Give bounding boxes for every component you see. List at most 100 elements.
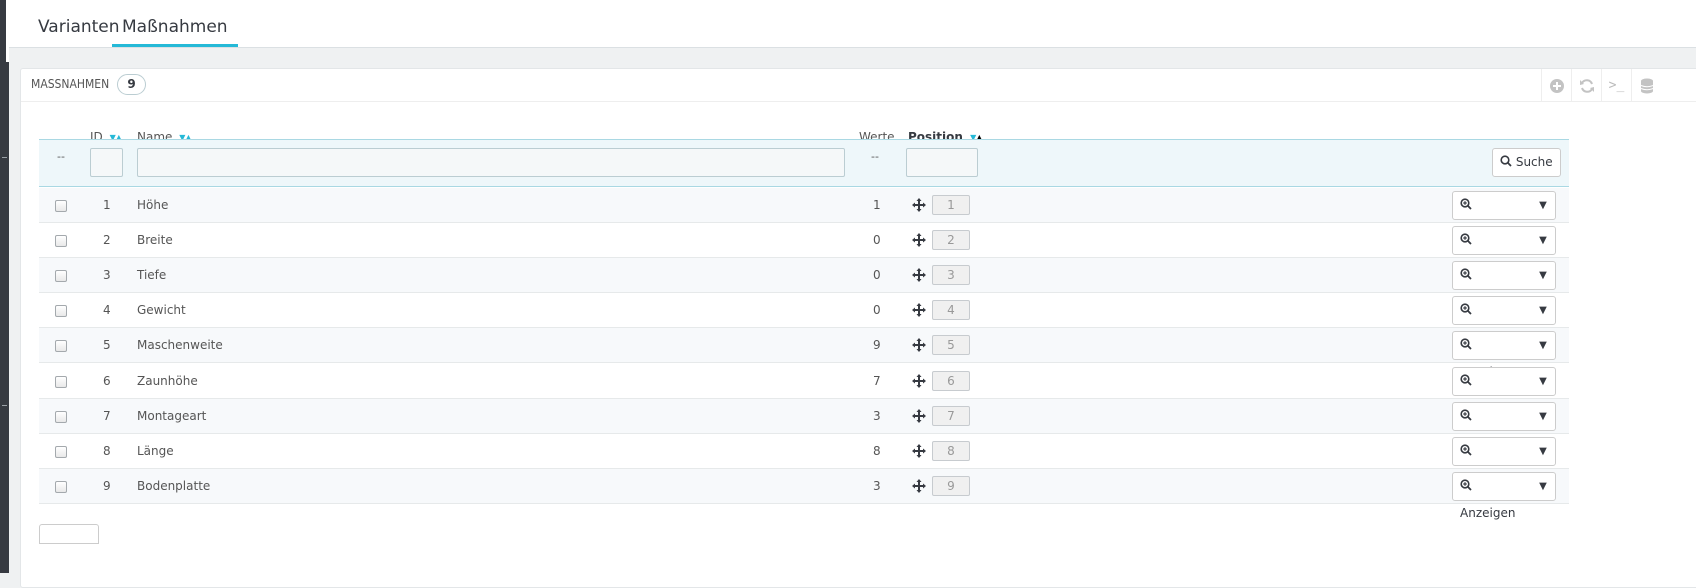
row-name: Gewicht: [137, 303, 186, 318]
panel-header: MASSNAHMEN 9 >_: [21, 69, 1696, 102]
row-position: 4: [932, 300, 970, 321]
caret-down-icon[interactable]: ▼: [1531, 473, 1555, 500]
row-name: Montageart: [137, 408, 207, 423]
move-arrows-icon[interactable]: [912, 434, 926, 469]
magnifier-icon: [1500, 155, 1512, 167]
panel-title: MASSNAHMEN: [31, 77, 110, 91]
row-checkbox[interactable]: [55, 480, 67, 493]
row-name: Länge: [137, 443, 174, 458]
zoom-in-icon: [1460, 373, 1472, 386]
view-button-main[interactable]: Anzeigen: [1453, 473, 1531, 520]
row-position: 9: [932, 475, 970, 496]
view-button-main[interactable]: Anzeigen: [1453, 192, 1531, 239]
row-position: 6: [932, 370, 970, 391]
move-arrows-icon[interactable]: [912, 223, 926, 258]
view-button-main[interactable]: Anzeigen: [1453, 438, 1531, 485]
caret-down-icon[interactable]: ▼: [1531, 192, 1555, 219]
row-checkbox[interactable]: [55, 445, 67, 458]
row-id: 2: [103, 233, 111, 248]
zoom-in-icon: [1460, 303, 1472, 315]
row-werte: 8: [873, 443, 881, 458]
table-row: 6 Zaunhöhe 7 6 Anzeigen ▼: [39, 364, 1569, 415]
row-checkbox[interactable]: [55, 270, 67, 283]
move-arrows-icon[interactable]: [912, 399, 926, 434]
view-button-main[interactable]: Anzeigen: [1453, 227, 1531, 274]
view-button[interactable]: Anzeigen ▼: [1452, 191, 1556, 239]
tab-bar: Varianten Maßnahmen: [9, 0, 1696, 48]
table-row: 7 Montageart 3 7 Anzeigen ▼: [39, 398, 1569, 450]
row-checkbox[interactable]: [55, 305, 67, 318]
move-arrows-icon[interactable]: [912, 328, 926, 363]
view-button[interactable]: Anzeigen ▼: [1452, 471, 1556, 520]
sidebar-tick: [2, 157, 7, 158]
move-arrows-icon[interactable]: [912, 293, 926, 328]
row-position: 7: [932, 405, 970, 426]
view-button[interactable]: Anzeigen ▼: [1452, 296, 1556, 344]
view-button-label: Anzeigen: [1460, 505, 1516, 520]
search-button[interactable]: Suche: [1492, 148, 1561, 177]
bulk-actions-button[interactable]: [39, 524, 99, 544]
move-arrows-icon[interactable]: [912, 258, 926, 293]
row-name: Höhe: [137, 198, 169, 212]
move-arrows-icon[interactable]: [912, 188, 926, 223]
row-id: 6: [103, 373, 111, 388]
row-checkbox[interactable]: [55, 340, 67, 353]
row-id: 1: [103, 198, 111, 212]
caret-down-icon[interactable]: ▼: [1531, 227, 1555, 254]
terminal-icon[interactable]: >_: [1601, 69, 1631, 102]
filter-dash-werte: --: [871, 150, 879, 163]
row-position: 5: [932, 335, 970, 356]
view-button[interactable]: Anzeigen ▼: [1452, 226, 1556, 274]
row-position: 1: [932, 195, 970, 215]
row-werte: 3: [873, 408, 881, 423]
row-checkbox[interactable]: [55, 410, 67, 423]
database-icon[interactable]: [1631, 69, 1661, 102]
plus-circle-icon[interactable]: [1541, 69, 1571, 102]
table-row: 2 Breite 0 2 Anzeigen ▼: [39, 223, 1569, 274]
view-button-main[interactable]: Anzeigen: [1453, 332, 1531, 379]
filter-name-input[interactable]: [137, 148, 845, 177]
filter-position-input[interactable]: [906, 148, 978, 177]
view-button[interactable]: Anzeigen ▼: [1452, 366, 1556, 415]
row-werte: 9: [873, 338, 881, 353]
move-arrows-icon[interactable]: [912, 364, 926, 399]
zoom-in-icon: [1460, 233, 1472, 245]
caret-down-icon[interactable]: ▼: [1531, 262, 1555, 289]
zoom-in-icon: [1460, 338, 1472, 351]
caret-down-icon[interactable]: ▼: [1531, 368, 1555, 395]
caret-down-icon[interactable]: ▼: [1531, 438, 1555, 465]
row-checkbox[interactable]: [55, 235, 67, 248]
caret-down-icon[interactable]: ▼: [1531, 297, 1555, 324]
view-button-main[interactable]: Anzeigen: [1453, 297, 1531, 344]
view-button-main[interactable]: Anzeigen: [1453, 262, 1531, 309]
row-id: 4: [103, 303, 111, 318]
row-checkbox[interactable]: [55, 375, 67, 388]
zoom-in-icon: [1460, 444, 1472, 456]
caret-down-icon[interactable]: ▼: [1531, 403, 1555, 430]
row-name: Zaunhöhe: [137, 373, 198, 388]
sidebar-tick: [2, 405, 7, 406]
zoom-in-icon: [1460, 479, 1472, 491]
row-checkbox[interactable]: [55, 200, 67, 212]
row-name: Bodenplatte: [137, 478, 211, 493]
view-button[interactable]: Anzeigen ▼: [1452, 436, 1556, 485]
tab-massnahmen[interactable]: Maßnahmen: [112, 0, 238, 47]
row-werte: 1: [873, 198, 881, 212]
view-button-main[interactable]: Anzeigen: [1453, 403, 1531, 450]
table-row: 4 Gewicht 0 4 Anzeigen ▼: [39, 293, 1569, 344]
row-position: 2: [932, 230, 970, 251]
search-button-label: Suche: [1515, 155, 1553, 169]
view-button[interactable]: Anzeigen ▼: [1452, 331, 1556, 379]
row-name: Maschenweite: [137, 338, 223, 353]
refresh-icon[interactable]: [1571, 69, 1601, 102]
caret-down-icon[interactable]: ▼: [1531, 332, 1555, 359]
row-id: 5: [103, 338, 111, 353]
row-position: 3: [932, 265, 970, 286]
filter-dash-checkbox: --: [57, 150, 65, 163]
view-button-main[interactable]: Anzeigen: [1453, 368, 1531, 415]
view-button[interactable]: Anzeigen ▼: [1452, 401, 1556, 450]
row-werte: 0: [873, 303, 881, 318]
view-button[interactable]: Anzeigen ▼: [1452, 261, 1556, 309]
move-arrows-icon[interactable]: [912, 469, 926, 504]
filter-id-input[interactable]: [90, 148, 123, 177]
